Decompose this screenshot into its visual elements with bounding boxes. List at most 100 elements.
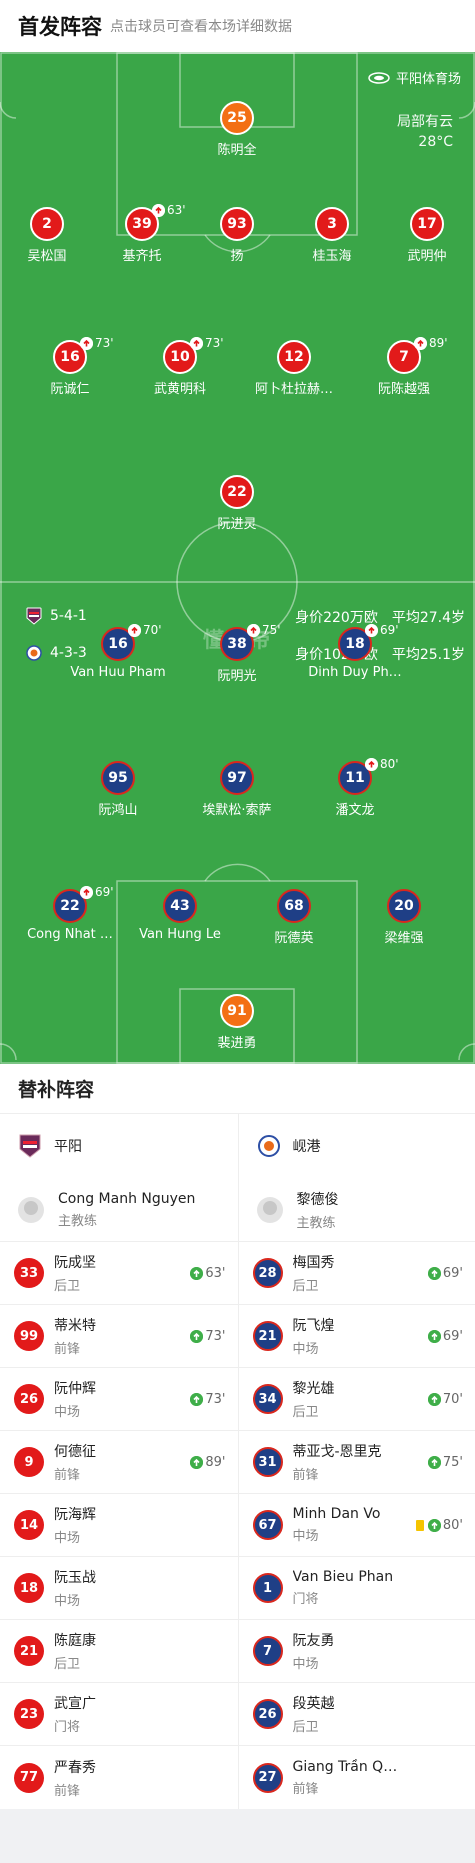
da-nang-crest-icon xyxy=(26,645,42,661)
sub-off-indicator: 69' xyxy=(80,885,114,899)
sub-out-arrow-icon xyxy=(414,336,427,350)
home-sub-row[interactable]: 26 阮仲辉 中场 73' xyxy=(0,1368,238,1431)
sub-in-arrow-icon xyxy=(427,1392,441,1406)
player-p10[interactable]: 7 89' 阮陈越强 xyxy=(344,336,464,397)
sub-player-number: 27 xyxy=(252,1762,283,1793)
player-p8[interactable]: 10 73' 武黄明科 xyxy=(120,336,240,397)
away-sub-row[interactable]: 7 阮友勇 中场 xyxy=(238,1620,475,1683)
away-sub-row[interactable]: 34 黎光雄 后卫 70' xyxy=(238,1368,475,1431)
player-a2[interactable]: 38 75' 阮明光 xyxy=(177,623,297,684)
sub-player-position: 后卫 xyxy=(292,1279,319,1294)
stadium-icon xyxy=(368,71,390,84)
home-team-name: 平阳 xyxy=(54,1139,82,1155)
away-sub-row[interactable]: 67 Minh Dan Vo 中场 80' xyxy=(238,1494,475,1557)
home-subs-column: 平阳 Cong Manh Nguyen 主教练 33 阮成坚 后卫 63' 99 蒂米特前… xyxy=(0,1114,238,1809)
coach-avatar-icon xyxy=(256,1196,283,1223)
sub-in-arrow-icon xyxy=(190,1329,204,1343)
sub-in-arrow-icon xyxy=(190,1392,204,1406)
sub-on-indicator: 69' xyxy=(427,1266,463,1281)
player-name: 梁维强 xyxy=(384,931,424,946)
sub-player-name: 何德征 xyxy=(54,1444,96,1460)
player-p9[interactable]: 12 阿卜杜拉赫… xyxy=(234,340,354,397)
sub-minute: 69' xyxy=(380,623,399,637)
player-p11[interactable]: 22 阮进灵 xyxy=(177,475,297,532)
player-a10[interactable]: 20 梁维强 xyxy=(344,889,464,946)
sub-player-name: 黎光雄 xyxy=(292,1381,335,1397)
home-sub-row[interactable]: 21 陈庭康 后卫 xyxy=(0,1620,238,1683)
player-name: 阮陈越强 xyxy=(377,382,430,397)
home-sub-row[interactable]: 77 严春秀 前锋 xyxy=(0,1746,238,1809)
player-a1[interactable]: 16 70' Van Huu Pham xyxy=(58,623,178,680)
sub-player-number: 34 xyxy=(252,1384,283,1414)
sub-on-indicator: 80' xyxy=(427,1518,463,1533)
sub-in-arrow-icon xyxy=(427,1329,441,1343)
sub-player-name: 阮友勇 xyxy=(292,1633,335,1649)
player-a3[interactable]: 18 69' Dinh Duy Ph… xyxy=(295,623,415,680)
away-team-row[interactable]: 岘港 xyxy=(239,1114,475,1178)
sub-player-name: 阮飞煌 xyxy=(292,1318,335,1334)
sub-minute: 70' xyxy=(143,623,162,637)
sub-player-name: 阮海辉 xyxy=(54,1507,96,1523)
player-a4[interactable]: 95 阮鸿山 xyxy=(58,761,178,818)
home-sub-row[interactable]: 9 何德征 前锋 89' xyxy=(0,1431,238,1494)
player-p1[interactable]: 25 陈明全 xyxy=(177,101,297,158)
player-a9[interactable]: 68 阮德英 xyxy=(234,889,354,946)
sub-player-position: 中场 xyxy=(54,1594,81,1609)
home-formation-text: 5-4-1 xyxy=(50,608,87,624)
sub-player-name: 阮成坚 xyxy=(54,1255,96,1271)
away-coach-row[interactable]: 黎德俊 主教练 xyxy=(238,1178,475,1242)
home-sub-row[interactable]: 33 阮成坚 后卫 63' xyxy=(0,1242,238,1305)
sub-player-position: 后卫 xyxy=(54,1279,81,1294)
player-number: 95 xyxy=(101,761,135,795)
sub-off-indicator: 73' xyxy=(80,336,114,350)
player-p7[interactable]: 16 73' 阮诚仁 xyxy=(10,336,130,397)
sub-player-position: 门将 xyxy=(54,1720,81,1735)
away-sub-row[interactable]: 27 Giang Trần Q… 前锋 xyxy=(239,1746,475,1809)
away-coach-label: 主教练 xyxy=(296,1215,336,1231)
sub-out-arrow-icon xyxy=(247,623,260,637)
player-name: 阮鸿山 xyxy=(98,803,138,818)
sub-player-number: 31 xyxy=(252,1447,283,1477)
sub-player-number: 9 xyxy=(14,1447,44,1477)
player-a7[interactable]: 22 69' Cong Nhat … xyxy=(10,885,130,942)
home-coach-row[interactable]: Cong Manh Nguyen 主教练 xyxy=(0,1178,238,1242)
sub-player-name: 阮仲辉 xyxy=(54,1381,96,1397)
player-a11[interactable]: 91 裴进勇 xyxy=(177,994,297,1051)
sub-player-number: 99 xyxy=(14,1321,44,1351)
sub-player-name: 严春秀 xyxy=(54,1759,96,1776)
away-sub-row[interactable]: 26 段英越 后卫 xyxy=(238,1683,475,1746)
home-team-row[interactable]: 平阳 xyxy=(0,1114,238,1178)
sub-player-number: 18 xyxy=(14,1573,44,1603)
away-sub-row[interactable]: 31 蒂亚戈-恩里克 前锋 75' xyxy=(238,1431,475,1494)
player-a8[interactable]: 43 Van Hung Le xyxy=(120,889,240,942)
sub-player-number: 21 xyxy=(252,1321,283,1351)
binh-duong-crest-icon xyxy=(26,607,42,625)
yellow-card-icon xyxy=(415,1519,424,1531)
sub-player-name: Giang Trần Q… xyxy=(292,1758,398,1775)
sub-player-number: 21 xyxy=(14,1636,44,1666)
away-sub-row[interactable]: 1 Van Bieu Phan 门将 xyxy=(238,1557,475,1620)
player-a6[interactable]: 11 80' 潘文龙 xyxy=(295,757,415,818)
sub-out-arrow-icon xyxy=(80,336,93,350)
home-sub-row[interactable]: 23 武宣广 门将 xyxy=(0,1683,238,1746)
sub-in-arrow-icon xyxy=(427,1455,441,1469)
away-sub-row[interactable]: 21 阮飞煌 中场 69' xyxy=(238,1305,475,1368)
player-number: 97 xyxy=(220,761,254,795)
home-sub-row[interactable]: 14 阮海辉 中场 xyxy=(0,1494,238,1557)
sub-on-minute: 69' xyxy=(442,1328,463,1344)
away-sub-row[interactable]: 28 梅国秀 后卫 69' xyxy=(238,1242,475,1305)
player-name: Van Huu Pham xyxy=(70,665,166,680)
coach-avatar-icon xyxy=(18,1196,44,1223)
player-number: 93 xyxy=(220,207,254,241)
sub-in-arrow-icon xyxy=(190,1266,204,1280)
sub-player-number: 33 xyxy=(14,1258,44,1288)
away-subs-column: 岘港 黎德俊 主教练 28 梅国秀 后卫 69' 21 阮飞煌 中场 69' 34 黎光雄 后卫 70… xyxy=(237,1114,475,1809)
home-sub-row[interactable]: 18 阮玉战 中场 xyxy=(0,1557,238,1620)
player-number: 68 xyxy=(277,889,311,923)
sub-player-number: 26 xyxy=(252,1699,283,1729)
player-a5[interactable]: 97 埃默松·索萨 xyxy=(177,761,297,818)
sub-player-number: 1 xyxy=(252,1573,283,1603)
player-p6[interactable]: 17 武明仲 xyxy=(367,207,475,264)
sub-off-indicator: 69' xyxy=(365,623,399,637)
home-sub-row[interactable]: 99 蒂米特 前锋 73' xyxy=(0,1305,238,1368)
